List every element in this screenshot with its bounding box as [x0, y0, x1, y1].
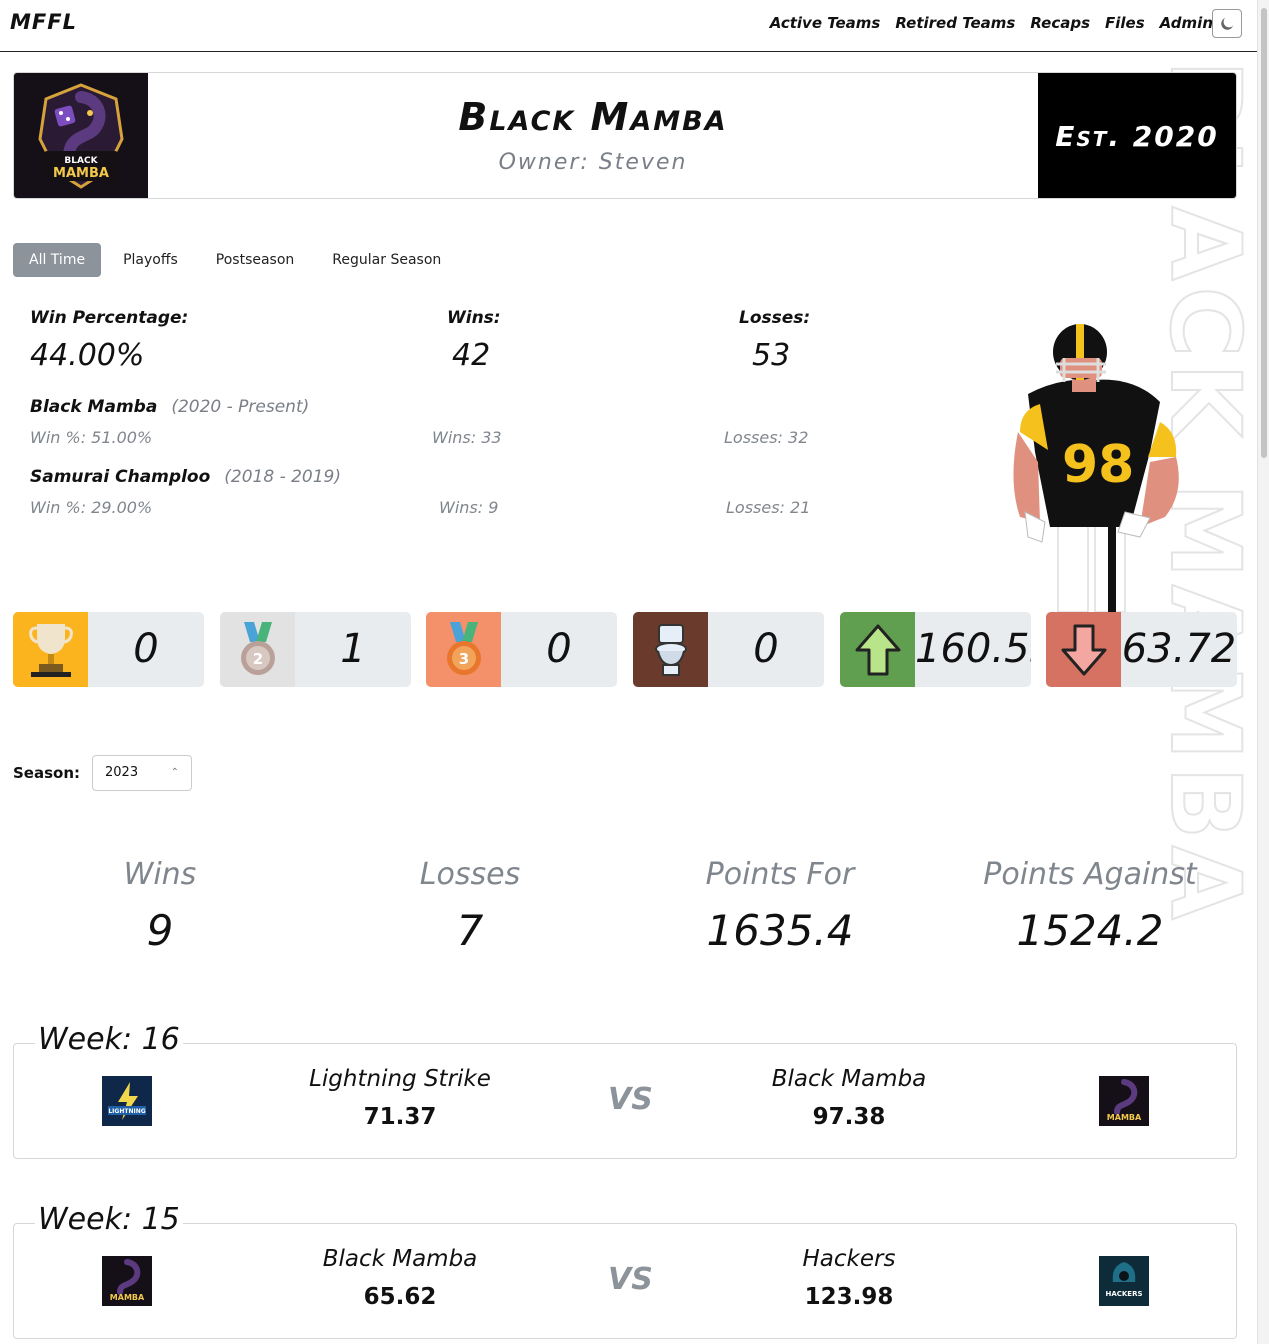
- award-value: 0: [133, 626, 159, 672]
- bronze-medal-icon: 3: [426, 612, 501, 687]
- chevron-updown-icon: ⌃: [170, 767, 179, 778]
- award-value: 63.72: [1121, 626, 1237, 672]
- nav-recaps[interactable]: Recaps: [1030, 14, 1090, 32]
- award-second-place: 2 1: [220, 612, 411, 687]
- nav-retired-teams[interactable]: Retired Teams: [895, 14, 1015, 32]
- award-value: 1: [340, 626, 366, 672]
- vs-label: VS: [608, 1082, 653, 1117]
- svg-text:98: 98: [1062, 435, 1134, 495]
- stats-tabs: All Time Playoffs Postseason Regular Sea…: [13, 243, 463, 277]
- season-points-against-value: 1524.2: [1016, 906, 1164, 955]
- navbar: MFFL Active Teams Retired Teams Recaps F…: [0, 0, 1257, 52]
- theme-toggle-button[interactable]: [1212, 9, 1242, 38]
- toilet-icon: [633, 612, 708, 687]
- established-badge: Est. 2020: [1038, 73, 1236, 198]
- win-percentage-label: Win Percentage:: [30, 308, 189, 328]
- tab-all-time[interactable]: All Time: [13, 243, 102, 277]
- season-select[interactable]: 2023 ⌃: [92, 755, 192, 791]
- nav-admin[interactable]: Admin: [1160, 14, 1213, 32]
- team-logo: MAMBA: [102, 1256, 152, 1306]
- team-logo: LIGHTNING: [102, 1076, 152, 1126]
- season-points-for-value: 1635.4: [706, 906, 854, 955]
- win-percentage-value: 44.00%: [30, 338, 145, 373]
- team-header-card: BLACK MAMBA Black Mamba Owner: Steven Es…: [13, 72, 1237, 199]
- history-wins: Wins: 9: [439, 498, 499, 517]
- history-wins: Wins: 33: [432, 428, 502, 447]
- nav-active-teams[interactable]: Active Teams: [770, 14, 881, 32]
- season-losses-label: Losses: [419, 857, 521, 892]
- team-logo: BLACK MAMBA: [14, 73, 148, 198]
- arrow-down-icon: [1046, 612, 1121, 687]
- week-title: Week: 15: [35, 1202, 183, 1237]
- wins-label: Wins:: [447, 308, 501, 328]
- season-losses: Losses 7: [330, 857, 610, 955]
- away-team-score: 123.98: [804, 1284, 894, 1310]
- silver-medal-icon: 2: [220, 612, 295, 687]
- losses-value: 53: [752, 338, 791, 373]
- nav-files[interactable]: Files: [1105, 14, 1145, 32]
- history-team-name: Black Mamba (2020 - Present): [30, 397, 310, 417]
- history-team-name: Samurai Champloo (2018 - 2019): [30, 467, 341, 487]
- svg-text:3: 3: [458, 650, 468, 668]
- award-last-place: 0: [633, 612, 824, 687]
- season-points-for: Points For 1635.4: [640, 857, 920, 955]
- brand-logo[interactable]: MFFL: [10, 10, 77, 34]
- matchup-card[interactable]: LIGHTNING Lightning Strike 71.37 VS Blac…: [13, 1043, 1237, 1159]
- away-team-name: Black Mamba: [771, 1066, 927, 1092]
- svg-text:MAMBA: MAMBA: [1107, 1113, 1142, 1122]
- season-wins: Wins 9: [20, 857, 300, 955]
- season-label: Season:: [13, 764, 81, 782]
- nav-links: Active Teams Retired Teams Recaps Files …: [755, 14, 1213, 32]
- trophy-icon: [13, 612, 88, 687]
- home-team-name: Lightning Strike: [309, 1066, 491, 1092]
- scrollbar-thumb[interactable]: [1261, 8, 1267, 458]
- season-points-for-label: Points For: [705, 857, 855, 892]
- away-team-name: Hackers: [802, 1246, 896, 1272]
- moon-icon: [1221, 17, 1234, 30]
- svg-text:BLACK: BLACK: [64, 156, 98, 166]
- award-championships: 0: [13, 612, 204, 687]
- arrow-up-icon: [840, 612, 915, 687]
- losses-label: Losses:: [739, 308, 811, 328]
- award-third-place: 3 0: [426, 612, 617, 687]
- svg-text:MAMBA: MAMBA: [110, 1293, 145, 1302]
- svg-text:MAMBA: MAMBA: [53, 166, 109, 181]
- home-team-score: 71.37: [363, 1104, 437, 1130]
- award-lowest-score: 63.72: [1046, 612, 1237, 687]
- home-team-score: 65.62: [363, 1284, 437, 1310]
- award-value: 160.55: [915, 626, 1031, 672]
- svg-text:2: 2: [252, 650, 262, 668]
- home-team-name: Black Mamba: [322, 1246, 478, 1272]
- svg-text:LIGHTNING: LIGHTNING: [108, 1108, 145, 1115]
- season-wins-label: Wins: [123, 857, 197, 892]
- history-win-pct: Win %: 51.00%: [30, 428, 153, 447]
- matchup-card[interactable]: MAMBA Black Mamba 65.62 VS Hackers 123.9…: [13, 1223, 1237, 1339]
- season-wins-value: 9: [146, 906, 174, 955]
- history-losses: Losses: 21: [726, 498, 811, 517]
- season-points-against-label: Points Against: [983, 857, 1197, 892]
- wins-value: 42: [452, 338, 491, 373]
- week-title: Week: 16: [35, 1022, 183, 1057]
- season-losses-value: 7: [456, 906, 484, 955]
- tab-regular-season[interactable]: Regular Season: [316, 243, 457, 277]
- history-losses: Losses: 32: [724, 428, 809, 447]
- tab-postseason[interactable]: Postseason: [200, 243, 311, 277]
- svg-text:HACKERS: HACKERS: [1105, 1290, 1142, 1298]
- award-highest-score: 160.55: [840, 612, 1031, 687]
- history-win-pct: Win %: 29.00%: [30, 498, 153, 517]
- team-name: Black Mamba: [458, 95, 728, 139]
- team-logo: MAMBA: [1099, 1076, 1149, 1126]
- football-player-illustration: 98: [1013, 324, 1179, 612]
- season-selected-value: 2023: [105, 765, 139, 780]
- award-value: 0: [753, 626, 779, 672]
- award-value: 0: [546, 626, 572, 672]
- away-team-score: 97.38: [812, 1104, 886, 1130]
- tab-playoffs[interactable]: Playoffs: [107, 243, 194, 277]
- page-scrollbar[interactable]: [1257, 0, 1269, 1344]
- team-owner: Owner: Steven: [498, 150, 688, 175]
- vs-label: VS: [608, 1262, 653, 1297]
- season-points-against: Points Against 1524.2: [950, 857, 1230, 955]
- team-logo: HACKERS: [1099, 1256, 1149, 1306]
